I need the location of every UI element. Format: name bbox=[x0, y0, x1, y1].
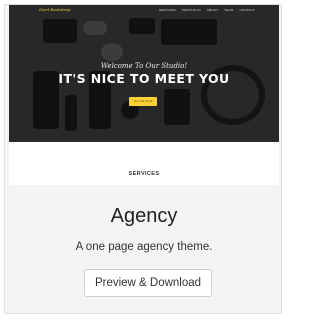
preview-cta-button: Tell me more bbox=[129, 97, 157, 106]
theme-card: Start Bootstrap Services Portfolio About… bbox=[4, 4, 282, 314]
theme-description: A one page agency theme. bbox=[75, 241, 213, 253]
preview-headline: IT'S NICE TO MEET YOU bbox=[58, 71, 230, 86]
preview-nav-link: About bbox=[206, 8, 219, 12]
preview-welcome-text: Welcome To Our Studio! bbox=[100, 62, 188, 70]
bowtie-image bbox=[129, 18, 155, 34]
preview-brand: Start Bootstrap bbox=[39, 7, 71, 12]
pen-image bbox=[65, 95, 77, 131]
theme-title: Agency bbox=[110, 205, 178, 227]
wallet-image-2 bbox=[164, 89, 190, 125]
preview-download-button[interactable]: Preview & Download bbox=[84, 269, 212, 297]
sunglasses-image bbox=[83, 21, 107, 35]
watch-image bbox=[101, 43, 123, 61]
preview-nav-links: Services Portfolio About Team Contact bbox=[159, 8, 255, 12]
preview-nav-link: Team bbox=[224, 8, 234, 12]
preview-navbar: Start Bootstrap Services Portfolio About… bbox=[9, 5, 279, 15]
notebook-image bbox=[161, 19, 217, 45]
wallet-image bbox=[43, 19, 77, 43]
preview-nav-link: Services bbox=[159, 8, 176, 12]
preview-section-heading: SERVICES bbox=[128, 171, 160, 177]
theme-preview-thumbnail[interactable]: Start Bootstrap Services Portfolio About… bbox=[9, 5, 279, 185]
preview-nav-link: Contact bbox=[239, 8, 255, 12]
preview-hero: Start Bootstrap Services Portfolio About… bbox=[9, 5, 279, 142]
preview-nav-link: Portfolio bbox=[181, 8, 201, 12]
